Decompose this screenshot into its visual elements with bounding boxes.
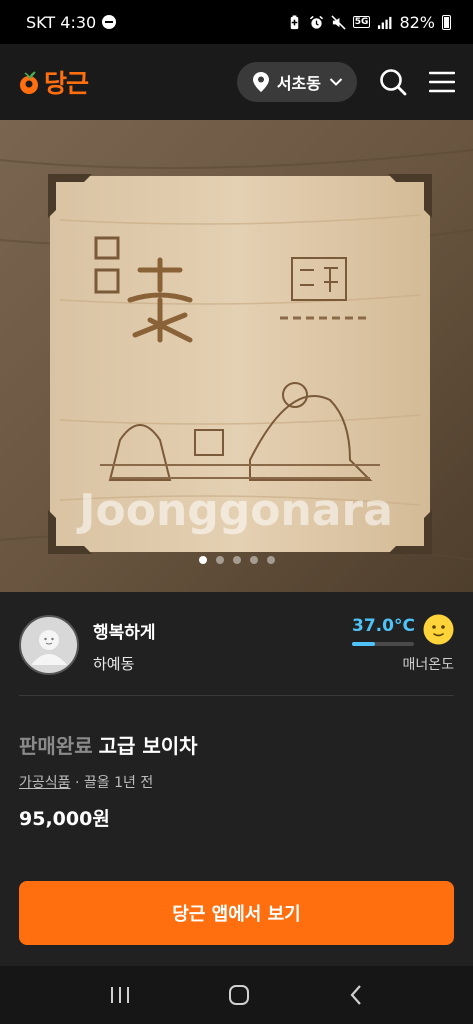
manner-temperature-label: 매너온도 xyxy=(402,657,454,673)
sale-status: 판매완료 xyxy=(19,734,93,758)
carousel-indicator xyxy=(0,556,473,564)
app-header: 당근 서초동 xyxy=(0,44,473,120)
search-button[interactable] xyxy=(379,68,407,96)
listing-price: 95,000원 xyxy=(19,808,110,830)
carrot-icon xyxy=(20,71,38,94)
mute-icon xyxy=(331,14,346,30)
logo-text: 당근 xyxy=(44,69,89,98)
chevron-down-icon xyxy=(329,78,343,86)
carousel-dot[interactable] xyxy=(198,556,207,564)
seller-region: 하예동 xyxy=(93,655,135,673)
signal-icon xyxy=(378,16,392,29)
location-pin-icon xyxy=(252,72,269,92)
status-time: SKT 4:30 xyxy=(26,12,97,32)
battery-icon xyxy=(442,14,451,30)
status-bar: SKT 4:30 5G 82% xyxy=(0,0,473,44)
carousel-dot[interactable] xyxy=(249,556,258,564)
system-navigation-bar xyxy=(0,966,473,1024)
seller-info: 행복하게 하예동 xyxy=(93,616,156,674)
carousel-dot[interactable] xyxy=(266,556,275,564)
hamburger-menu-icon xyxy=(429,71,455,93)
home-icon[interactable] xyxy=(228,984,250,1006)
manner-temperature-bar xyxy=(352,642,414,646)
do-not-disturb-icon xyxy=(102,15,117,29)
battery-saver-icon xyxy=(290,14,299,29)
carousel-dot[interactable] xyxy=(215,556,224,564)
open-in-app-button[interactable]: 당근 앱에서 보기 xyxy=(19,881,454,945)
alarm-icon xyxy=(309,15,323,29)
watermark-text: Joonggonara xyxy=(76,485,393,536)
menu-button[interactable] xyxy=(429,71,455,93)
carousel-dot[interactable] xyxy=(232,556,241,564)
location-selector[interactable]: 서초동 xyxy=(236,62,357,102)
category-link[interactable]: 가공식품 xyxy=(19,775,71,791)
seller-profile[interactable]: 행복하게 하예동 37.0°C 매너온도 xyxy=(19,614,454,676)
network-type-badge: 5G xyxy=(352,16,371,28)
logo[interactable]: 당근 xyxy=(18,64,89,100)
posted-time: 끌올 1년 전 xyxy=(83,775,154,791)
search-icon xyxy=(380,69,407,96)
manner-temperature[interactable]: 37.0°C 매너온도 xyxy=(352,614,454,676)
location-label: 서초동 xyxy=(276,74,321,93)
smiley-face-icon xyxy=(423,614,454,645)
avatar xyxy=(19,615,79,675)
product-photo-carousel[interactable]: Joonggonara xyxy=(0,120,473,592)
recent-apps-icon[interactable] xyxy=(109,985,131,1005)
divider xyxy=(19,695,454,696)
battery-percent: 82% xyxy=(399,12,435,32)
product-photo: Joonggonara xyxy=(0,120,473,592)
listing-detail: 행복하게 하예동 37.0°C 매너온도 판매완료 고급 보이차 가공식품 · 끌… xyxy=(0,592,473,966)
manner-temperature-value: 37.0°C xyxy=(352,616,415,636)
back-icon[interactable] xyxy=(348,984,364,1006)
listing-title: 고급 보이차 xyxy=(98,734,198,758)
seller-name: 행복하게 xyxy=(93,623,156,643)
listing-meta: 가공식품 · 끌올 1년 전 xyxy=(19,772,153,792)
meta-separator: · xyxy=(70,775,84,791)
default-avatar-icon xyxy=(19,615,79,675)
manner-temperature-fill xyxy=(352,642,375,646)
listing-title-row: 판매완료 고급 보이차 xyxy=(19,730,198,759)
